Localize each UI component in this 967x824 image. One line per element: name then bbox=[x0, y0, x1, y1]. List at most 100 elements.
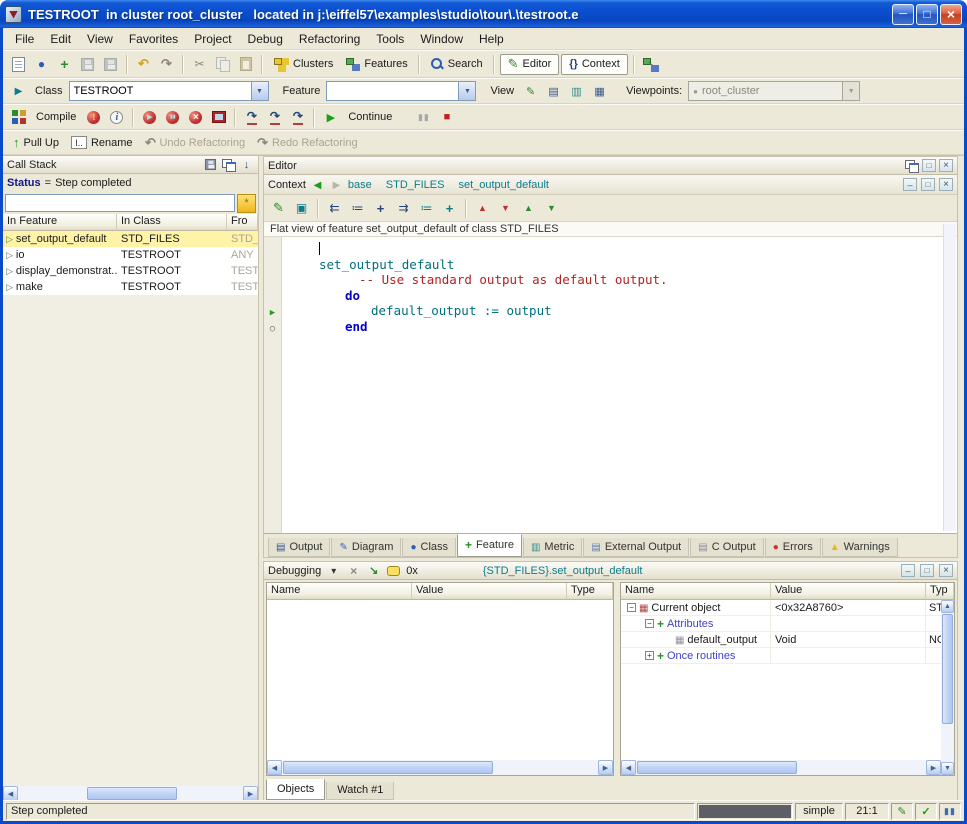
undo-icon[interactable] bbox=[133, 54, 154, 75]
edit-feature-icon[interactable] bbox=[268, 198, 289, 219]
object-tree-row[interactable]: Current object <0x32A8760> STD. bbox=[621, 600, 954, 616]
context-forward-icon[interactable] bbox=[329, 178, 344, 192]
scroll-left-icon[interactable] bbox=[3, 786, 18, 801]
column-header-name[interactable]: Name bbox=[621, 583, 771, 600]
descendants-icon[interactable] bbox=[495, 198, 516, 219]
ancestors-icon[interactable] bbox=[472, 198, 493, 219]
scroll-right-icon[interactable] bbox=[243, 786, 258, 801]
debug-run-no-stop-icon[interactable] bbox=[162, 107, 183, 128]
call-stack-row[interactable]: make TESTROOT TEST bbox=[3, 279, 258, 295]
breadcrumb-cluster[interactable]: base bbox=[348, 179, 372, 191]
rename-button[interactable]: Rename bbox=[66, 132, 138, 153]
tab-c-output[interactable]: C Output bbox=[690, 538, 763, 557]
diagram-tool-icon[interactable] bbox=[640, 54, 661, 75]
tab-external-output[interactable]: External Output bbox=[583, 538, 689, 557]
view-contract-icon[interactable] bbox=[589, 81, 610, 102]
close-context-icon[interactable] bbox=[939, 178, 953, 191]
compile-button[interactable]: Compile bbox=[31, 107, 81, 128]
float-editor-icon[interactable] bbox=[904, 159, 919, 173]
redo-icon[interactable] bbox=[156, 54, 177, 75]
tab-watch-1[interactable]: Watch #1 bbox=[326, 782, 394, 800]
tab-class[interactable]: Class bbox=[402, 538, 456, 557]
creations-icon[interactable] bbox=[439, 198, 460, 219]
scroll-thumb[interactable] bbox=[283, 761, 493, 774]
redo-refactoring-button[interactable]: Redo Refactoring bbox=[252, 132, 363, 153]
callees-icon[interactable] bbox=[393, 198, 414, 219]
features-button[interactable]: Features bbox=[340, 54, 412, 75]
cancel-compile-icon[interactable] bbox=[83, 107, 104, 128]
column-header-in-class[interactable]: In Class bbox=[117, 214, 227, 231]
cut-icon[interactable] bbox=[189, 54, 210, 75]
menu-item[interactable]: Help bbox=[471, 30, 512, 48]
column-header-type[interactable]: Type bbox=[567, 583, 613, 600]
open-file-icon[interactable] bbox=[31, 54, 52, 75]
restore-layout-icon[interactable] bbox=[366, 564, 381, 578]
debug-system-icon[interactable] bbox=[208, 107, 229, 128]
tab-output[interactable]: Output bbox=[268, 538, 330, 557]
import-stack-icon[interactable] bbox=[239, 158, 254, 172]
tab-feature[interactable]: Feature bbox=[457, 534, 522, 557]
column-header-value[interactable]: Value bbox=[771, 583, 926, 600]
minimize-button[interactable] bbox=[892, 4, 914, 25]
viewpoints-combobox[interactable]: root_cluster bbox=[688, 81, 860, 101]
object-tree-row[interactable]: Attributes bbox=[621, 616, 954, 632]
column-header-in-feature[interactable]: In Feature bbox=[3, 214, 117, 231]
viewpoints-dropdown-arrow-icon[interactable] bbox=[842, 82, 859, 100]
compile-icon[interactable] bbox=[8, 107, 29, 128]
debugging-menu-chevron-icon[interactable] bbox=[326, 564, 341, 578]
assigners-icon[interactable] bbox=[347, 198, 368, 219]
menu-item[interactable]: Debug bbox=[240, 30, 291, 48]
tree-expander-icon[interactable] bbox=[645, 651, 654, 660]
tab-diagram[interactable]: Diagram bbox=[331, 538, 401, 557]
scroll-up-icon[interactable] bbox=[941, 600, 954, 613]
breakpoint-gutter[interactable] bbox=[264, 288, 281, 304]
breakpoint-gutter[interactable] bbox=[264, 303, 281, 319]
view-editor-icon[interactable] bbox=[520, 81, 541, 102]
debug-run-icon[interactable] bbox=[139, 107, 160, 128]
scroll-thumb[interactable] bbox=[942, 614, 953, 724]
object-tree-row[interactable]: Once routines bbox=[621, 648, 954, 664]
scroll-right-icon[interactable] bbox=[598, 760, 613, 775]
undo-refactoring-button[interactable]: Undo Refactoring bbox=[140, 132, 251, 153]
maximize-editor-icon[interactable] bbox=[922, 159, 936, 172]
menu-item[interactable]: Window bbox=[412, 30, 471, 48]
call-stack-row[interactable]: display_demonstrat... TESTROOT TEST bbox=[3, 263, 258, 279]
search-button[interactable]: Search bbox=[425, 54, 488, 75]
open-in-editor-icon[interactable] bbox=[291, 198, 312, 219]
pause-icon[interactable] bbox=[413, 107, 434, 128]
class-input[interactable] bbox=[70, 82, 251, 100]
feature-input[interactable] bbox=[327, 82, 458, 100]
step-out-icon[interactable] bbox=[287, 107, 308, 128]
tab-metric[interactable]: Metric bbox=[523, 538, 582, 557]
maximize-debugging-icon[interactable] bbox=[920, 564, 934, 577]
feature-combobox[interactable] bbox=[326, 81, 476, 101]
maximize-context-icon[interactable] bbox=[921, 178, 935, 191]
callers-icon[interactable] bbox=[324, 198, 345, 219]
menu-item[interactable]: File bbox=[7, 30, 42, 48]
clear-objects-icon[interactable] bbox=[346, 564, 361, 578]
breadcrumb-class[interactable]: STD_FILES bbox=[386, 179, 445, 191]
step-over-icon[interactable] bbox=[264, 107, 285, 128]
step-into-icon[interactable] bbox=[241, 107, 262, 128]
close-button[interactable] bbox=[940, 4, 962, 25]
context-toggle-button[interactable]: Context bbox=[561, 54, 627, 75]
scroll-thumb[interactable] bbox=[637, 761, 797, 774]
object-tree-row[interactable]: default_output Void NON bbox=[621, 632, 954, 648]
menu-item[interactable]: Refactoring bbox=[291, 30, 368, 48]
tab-objects[interactable]: Objects bbox=[266, 779, 325, 800]
objects-table-vscrollbar[interactable] bbox=[941, 600, 954, 775]
call-stack-hscrollbar[interactable] bbox=[3, 786, 258, 801]
class-dropdown-arrow-icon[interactable] bbox=[251, 82, 268, 100]
tab-errors[interactable]: Errors bbox=[765, 538, 821, 557]
save-all-icon[interactable] bbox=[100, 54, 121, 75]
tab-warnings[interactable]: Warnings bbox=[822, 538, 898, 557]
editor-toggle-button[interactable]: Editor bbox=[500, 54, 560, 75]
creators-icon[interactable] bbox=[370, 198, 391, 219]
tree-expander-icon[interactable] bbox=[627, 603, 636, 612]
clients-icon[interactable] bbox=[518, 198, 539, 219]
paste-icon[interactable] bbox=[235, 54, 256, 75]
call-stack-row[interactable]: set_output_default STD_FILES STD_ bbox=[3, 231, 258, 247]
scroll-left-icon[interactable] bbox=[621, 760, 636, 775]
column-header-type[interactable]: Typ bbox=[926, 583, 954, 600]
stop-debug-icon[interactable] bbox=[436, 107, 457, 128]
